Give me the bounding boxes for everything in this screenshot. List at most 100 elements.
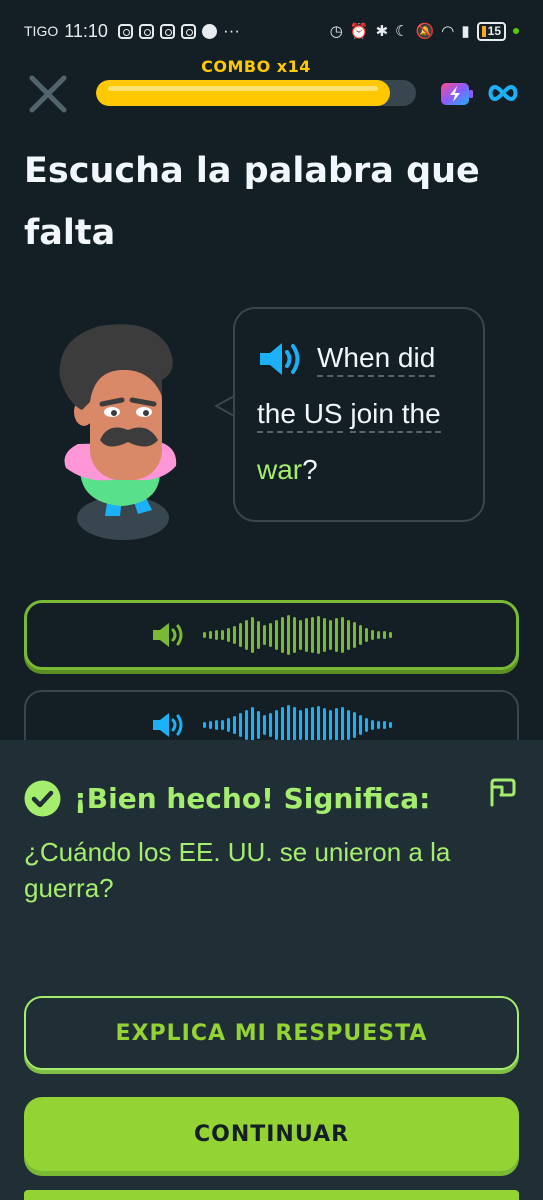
waveform-bar <box>317 616 320 654</box>
waveform-bar <box>305 708 308 742</box>
waveform-bar <box>215 630 218 640</box>
waveform-bar <box>251 707 254 743</box>
waveform-bar <box>347 710 350 740</box>
instagram-icon <box>180 23 196 39</box>
waveform-bar <box>389 632 392 638</box>
explain-answer-button[interactable]: EXPLICA MI RESPUESTA <box>24 996 519 1070</box>
character-illustration <box>50 318 190 548</box>
waveform-bar <box>329 620 332 650</box>
carrier-label: TIGO <box>24 23 59 39</box>
hint-word[interactable]: the US <box>257 398 343 433</box>
speed-icon: ◷ <box>329 23 343 40</box>
bottom-button-edge <box>24 1190 519 1200</box>
waveform-bar <box>287 615 290 655</box>
battery-level: 15 <box>487 23 501 38</box>
check-circle-icon <box>24 780 61 817</box>
waveform-bar <box>341 617 344 653</box>
waveform-bar <box>311 707 314 743</box>
speaker-icon <box>153 623 183 647</box>
waveform-bar <box>299 710 302 740</box>
waveform-bar <box>233 626 236 644</box>
waveform-bar <box>353 712 356 738</box>
waveform-bar <box>341 707 344 743</box>
alarm-icon: ⏰ <box>349 23 369 40</box>
waveform-bar <box>347 620 350 650</box>
waveform-bar <box>221 630 224 640</box>
feedback-title: ¡Bien hecho! Significa: <box>74 782 431 815</box>
waveform-bar <box>335 708 338 742</box>
punctuation: ? <box>302 454 318 485</box>
waveform-bar <box>215 720 218 730</box>
bluetooth-icon: ✱ <box>375 23 389 40</box>
waveform-bar <box>221 720 224 730</box>
energy-icon[interactable] <box>440 81 474 107</box>
bubble-line-2: the US join the <box>257 394 441 434</box>
instagram-icon <box>159 23 175 39</box>
bubble-line-1: When did <box>317 338 436 378</box>
waveform-bar <box>353 622 356 648</box>
waveform-bar <box>257 711 260 739</box>
close-icon <box>29 75 67 113</box>
waveform-bar <box>377 721 380 729</box>
waveform-bar <box>227 628 230 642</box>
facebook-icon <box>201 23 217 39</box>
moon-icon: ☾ <box>395 23 409 40</box>
waveform-bar <box>281 617 284 653</box>
waveform-bar <box>239 713 242 737</box>
audio-waveform <box>203 615 392 655</box>
waveform-bar <box>365 628 368 642</box>
speaker-icon[interactable] <box>258 340 304 378</box>
waveform-bar <box>209 721 212 729</box>
waveform-bar <box>263 715 266 735</box>
waveform-bar <box>383 631 386 639</box>
hint-word[interactable]: join the <box>350 398 441 433</box>
waveform-bar <box>293 617 296 653</box>
more-notifications-icon: ··· <box>222 21 240 40</box>
waveform-bar <box>245 710 248 740</box>
waveform-bar <box>299 620 302 650</box>
waveform-bar <box>389 722 392 728</box>
waveform-bar <box>383 721 386 729</box>
mute-icon: 🔕 <box>415 23 435 40</box>
waveform-bar <box>233 716 236 734</box>
translation-text: ¿Cuándo los EE. UU. se unieron a la guer… <box>24 837 451 903</box>
waveform-bar <box>365 718 368 732</box>
page-title: Escucha la palabra que falta <box>24 151 480 253</box>
close-button[interactable] <box>28 74 68 114</box>
waveform-bar <box>317 706 320 744</box>
audio-waveform <box>203 705 392 745</box>
waveform-bar <box>275 710 278 740</box>
waveform-bar <box>329 710 332 740</box>
infinity-icon[interactable] <box>486 80 520 106</box>
waveform-bar <box>293 707 296 743</box>
waveform-bar <box>371 630 374 640</box>
missing-word: war <box>257 454 303 485</box>
waveform-bar <box>377 631 380 639</box>
audio-option-selected[interactable] <box>24 600 519 670</box>
waveform-bar <box>311 617 314 653</box>
waveform-bar <box>245 620 248 650</box>
combo-label: COMBO x14 <box>201 57 311 76</box>
waveform-bar <box>305 618 308 652</box>
battery-icon: 15 <box>476 21 506 41</box>
progress-fill <box>96 80 391 106</box>
flag-icon[interactable] <box>488 777 516 807</box>
waveform-bar <box>227 718 230 732</box>
waveform-bar <box>203 722 206 728</box>
waveform-bar <box>251 617 254 653</box>
privacy-indicator <box>513 28 519 34</box>
status-left: TIGO 11:10 ··· <box>24 21 240 42</box>
waveform-bar <box>263 625 266 645</box>
waveform-bar <box>239 623 242 647</box>
signal-icon: ▮ <box>461 23 470 40</box>
waveform-bar <box>275 620 278 650</box>
instagram-icon <box>138 23 154 39</box>
status-right: ◷ ⏰ ✱ ☾ 🔕 ◠ ▮ 15 <box>329 21 519 41</box>
waveform-bar <box>209 631 212 639</box>
instagram-icon <box>117 23 133 39</box>
waveform-bar <box>371 720 374 730</box>
waveform-bar <box>257 621 260 649</box>
continue-button[interactable]: CONTINUAR <box>24 1097 519 1171</box>
hint-word[interactable]: When did <box>317 342 436 377</box>
waveform-bar <box>287 705 290 745</box>
